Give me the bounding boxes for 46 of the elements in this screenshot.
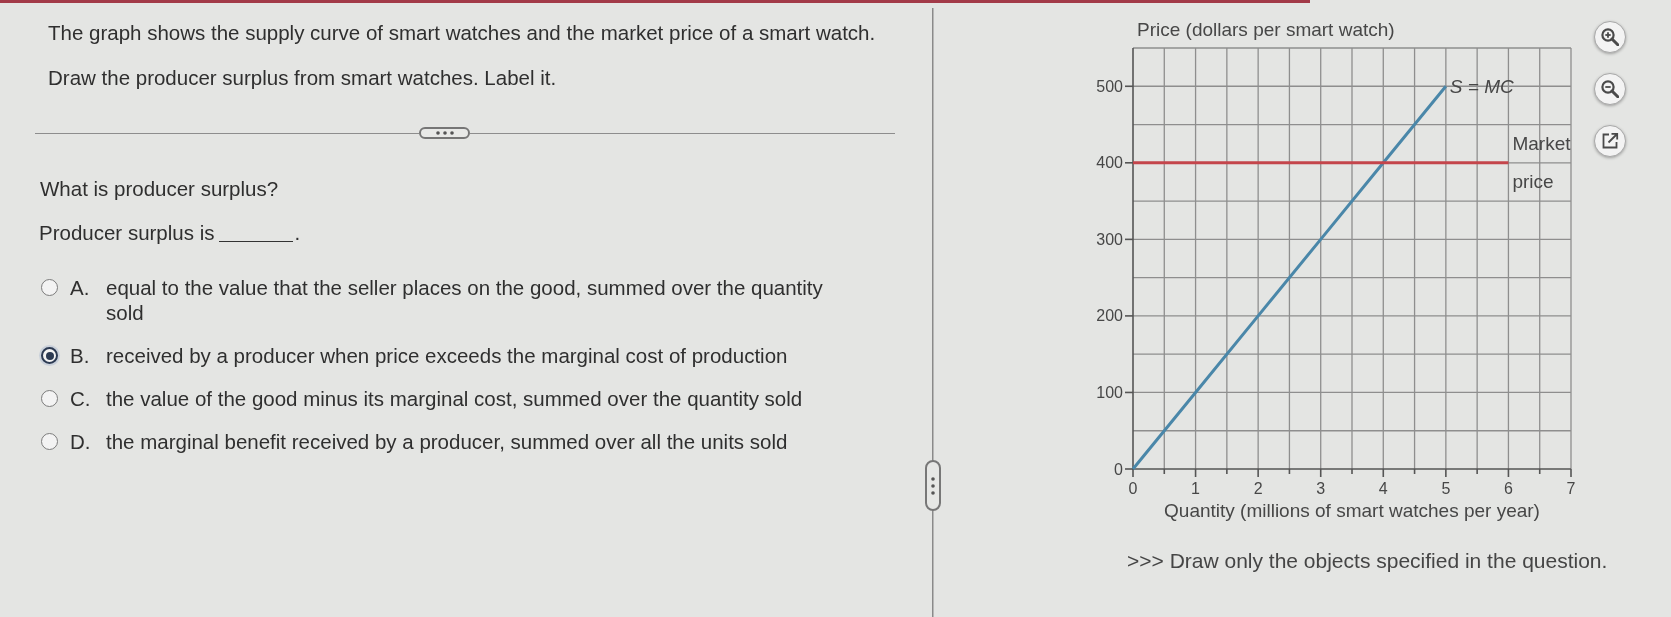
tick-label: 1	[1191, 480, 1200, 497]
tick-label: 3	[1316, 480, 1326, 497]
radio-button[interactable]	[41, 390, 58, 407]
option-letter[interactable]: B.	[70, 343, 106, 368]
zoom-out-icon	[1601, 80, 1619, 98]
radio-button[interactable]	[41, 433, 58, 450]
tick-label: 100	[1096, 383, 1123, 401]
tick-label: 7	[1566, 480, 1576, 497]
tick-label: 2	[1253, 480, 1263, 497]
tick-label: 200	[1096, 307, 1123, 325]
tick-label: 500	[1096, 77, 1123, 95]
option-label[interactable]: received by a producer when price exceeds the marginal cost of production	[106, 343, 846, 368]
series-label: S = MC	[1449, 75, 1514, 97]
ellipsis-icon	[435, 131, 454, 135]
tick-label: 6	[1504, 480, 1513, 497]
radio-button[interactable]	[41, 279, 58, 296]
ellipsis-icon	[930, 476, 935, 495]
option-label[interactable]: the value of the good minus its marginal cost, summed over the quantity sold	[106, 386, 846, 411]
instruction-text: >>> Draw only the objects specified in the question.	[1127, 549, 1609, 573]
question-text: Draw the producer surplus from smart watches. Label it.	[48, 65, 558, 90]
period-text: .	[294, 220, 301, 245]
series-label: Market price	[1512, 133, 1571, 193]
question-text: The graph shows the supply curve of smart watches and the market price of a smart watch.	[48, 20, 877, 45]
sub-question-text: What is producer surplus?	[40, 176, 280, 201]
option-label[interactable]: the marginal benefit received by a producer, summed over all the units sold	[106, 429, 846, 454]
zoom-in-icon	[1601, 28, 1619, 46]
tick-label: 300	[1096, 230, 1123, 248]
option-letter[interactable]: C.	[70, 386, 106, 411]
tick-label: 0	[1128, 480, 1138, 497]
option-label[interactable]: equal to the value that the seller places on the good, summed over the quantity sold	[106, 275, 846, 325]
expand-button[interactable]	[419, 127, 470, 139]
drag-handle[interactable]	[924, 460, 941, 511]
zoom-in-button[interactable]	[1594, 21, 1626, 53]
radio-button[interactable]	[41, 347, 58, 364]
tick-label: 4	[1378, 480, 1388, 497]
tick-label: 5	[1441, 480, 1451, 497]
option-letter[interactable]: A.	[70, 275, 106, 300]
axis-title: Price (dollars per smart watch)	[1137, 19, 1395, 40]
external-link-icon	[1601, 132, 1619, 150]
tick-label: 400	[1096, 154, 1123, 172]
pop-out-button[interactable]	[1594, 125, 1626, 157]
option-letter[interactable]: D.	[70, 429, 106, 454]
axis-title: Quantity (millions of smart watches per year)	[1164, 500, 1540, 521]
statement-text: Producer surplus is	[39, 220, 215, 245]
zoom-out-button[interactable]	[1594, 73, 1626, 105]
tick-label: 0	[1114, 460, 1123, 478]
